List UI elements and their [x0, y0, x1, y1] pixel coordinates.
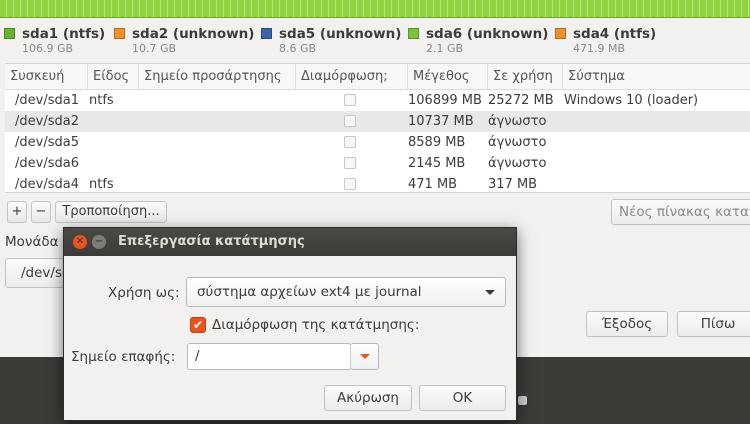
cell-used: 25272 MB [488, 93, 554, 108]
mount-point-label: Σημείο επαφής: [71, 349, 176, 365]
table-row[interactable]: /dev/sda2 10737 MB άγνωστο [5, 111, 750, 132]
cancel-button[interactable]: Ακύρωση [324, 385, 412, 411]
cell-used: άγνωστο [488, 114, 547, 129]
cell-size: 106899 MB [408, 93, 482, 108]
format-label: Διαμόρφωση της κατάτμησης: [212, 317, 420, 333]
legend-size: 471.9 MB [573, 42, 626, 55]
close-icon[interactable]: ✕ [73, 235, 87, 249]
table-row[interactable]: /dev/sda6 2145 MB άγνωστο [5, 153, 750, 174]
cell-system: Windows 10 (loader) [564, 93, 699, 108]
cell-device: /dev/sda1 [15, 93, 79, 108]
column-header-used[interactable]: Σε χρήση [488, 64, 563, 89]
cell-device: /dev/sda5 [15, 135, 79, 150]
cell-used: άγνωστο [488, 135, 547, 150]
partition-usage-bar [0, 0, 750, 18]
chevron-down-icon [360, 354, 370, 359]
format-checkbox[interactable] [344, 94, 356, 106]
cell-device: /dev/sda2 [15, 114, 79, 129]
format-checkbox[interactable] [344, 157, 356, 169]
column-header-mount[interactable]: Σημείο προσάρτησης [139, 64, 296, 89]
format-checkbox[interactable] [344, 178, 356, 190]
legend-swatch [261, 28, 272, 39]
partition-table: Συσκευή Είδος Σημείο προσάρτησης Διαμόρφ… [5, 63, 750, 193]
table-row[interactable]: /dev/sda1 ntfs 106899 MB 25272 MB Window… [5, 90, 750, 111]
legend-swatch [555, 28, 566, 39]
change-partition-button[interactable]: Τροποποίηση... [55, 201, 167, 223]
use-as-value: σύστημα αρχείων ext4 με journal [197, 284, 422, 300]
format-checkbox-checked-icon[interactable]: ✔ [190, 317, 206, 333]
cell-type: ntfs [89, 177, 114, 192]
cell-device: /dev/sda6 [15, 156, 79, 171]
table-header: Συσκευή Είδος Σημείο προσάρτησης Διαμόρφ… [5, 64, 750, 90]
dialog-titlebar[interactable]: ✕ − Επεξεργασία κατάτμησης [64, 228, 516, 256]
dialog-title: Επεξεργασία κατάτμησης [118, 234, 305, 249]
legend-name: sda6 (unknown) [426, 26, 549, 42]
progress-dot-icon [518, 396, 527, 405]
legend-size: 106.9 GB [22, 42, 74, 55]
column-header-format[interactable]: Διαμόρφωση; [296, 64, 408, 89]
table-row[interactable]: /dev/sda4 ntfs 471 MB 317 MB [5, 174, 750, 192]
edit-partition-dialog: ✕ − Επεξεργασία κατάτμησης Χρήση ως: σύσ… [63, 227, 517, 421]
legend-size: 8.6 GB [279, 42, 317, 55]
legend-name: sda2 (unknown) [132, 26, 255, 42]
ok-button[interactable]: OK [419, 385, 506, 411]
legend-size: 10.7 GB [132, 42, 177, 55]
legend-swatch [408, 28, 419, 39]
format-checkbox[interactable] [344, 136, 356, 148]
use-as-label: Χρήση ως: [108, 285, 180, 301]
mount-point-entry[interactable]: / [187, 343, 351, 370]
legend-swatch [114, 28, 125, 39]
chevron-down-icon [485, 290, 495, 295]
legend-size: 2.1 GB [426, 42, 464, 55]
cell-size: 2145 MB [408, 156, 466, 171]
cell-size: 10737 MB [408, 114, 474, 129]
table-row[interactable]: /dev/sda5 8589 MB άγνωστο [5, 132, 750, 153]
format-checkbox[interactable] [344, 115, 356, 127]
back-button[interactable]: Πίσω [677, 311, 750, 337]
column-header-size[interactable]: Μέγεθος [408, 64, 488, 89]
bootloader-label: Μονάδα [5, 234, 59, 250]
remove-partition-button[interactable]: − [31, 201, 51, 223]
cell-used: 317 MB [488, 177, 538, 192]
add-partition-button[interactable]: + [7, 201, 27, 223]
mount-point-dropdown-button[interactable] [350, 343, 379, 370]
cell-size: 471 MB [408, 177, 458, 192]
legend-name: sda4 (ntfs) [573, 26, 657, 42]
column-header-device[interactable]: Συσκευή [5, 64, 88, 89]
new-partition-table-button[interactable]: Νέος πίνακας κατατμ [611, 199, 750, 225]
legend-swatch [4, 28, 15, 39]
minimize-icon[interactable]: − [92, 235, 106, 249]
mount-point-value: / [195, 348, 200, 364]
use-as-combo[interactable]: σύστημα αρχείων ext4 με journal [186, 277, 506, 307]
legend-name: sda5 (unknown) [279, 26, 402, 42]
column-header-type[interactable]: Είδος [88, 64, 139, 89]
column-header-system[interactable]: Σύστημα [563, 64, 750, 89]
cell-size: 8589 MB [408, 135, 466, 150]
cell-type: ntfs [89, 93, 114, 108]
legend-name: sda1 (ntfs) [22, 26, 106, 42]
cell-device: /dev/sda4 [15, 177, 79, 192]
cell-used: άγνωστο [488, 156, 547, 171]
quit-button[interactable]: Έξοδος [586, 311, 668, 337]
